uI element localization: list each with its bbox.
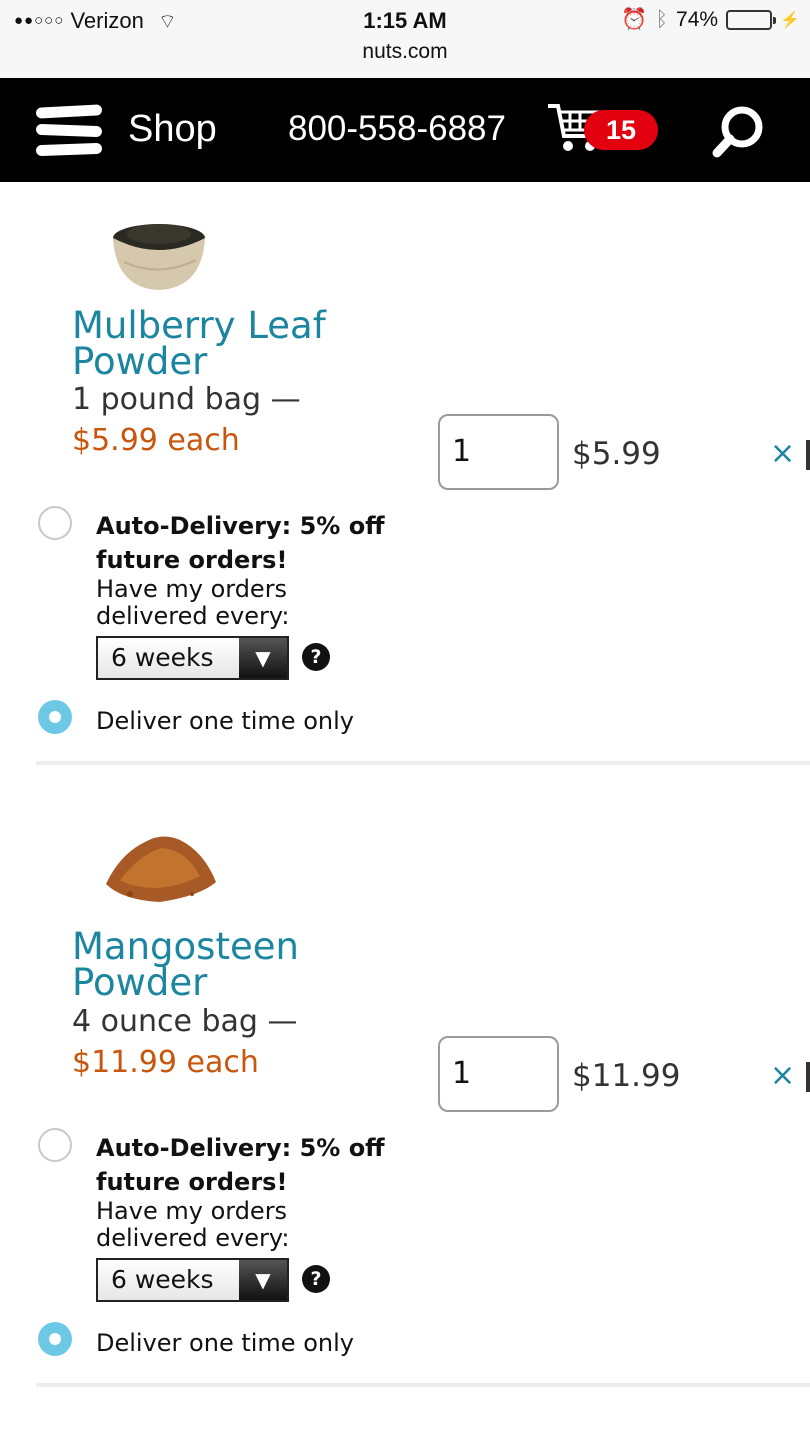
product-size: 1 pound bag —	[72, 382, 301, 417]
one-time-delivery-label: Deliver one time only	[96, 707, 354, 735]
cart-button[interactable]: 15	[546, 100, 662, 160]
edge-mark	[806, 440, 810, 470]
status-icons: ⏰ ᛒ 74% ⚡	[621, 8, 800, 32]
frequency-select[interactable]: 6 weeks ▼	[96, 636, 289, 680]
help-icon[interactable]: ?	[302, 643, 330, 671]
dropdown-arrow-icon: ▼	[239, 638, 287, 678]
battery-icon	[726, 10, 777, 30]
charging-icon: ⚡	[780, 12, 800, 29]
status-bar: ●●○○○ Verizon ⌔ 1:15 AM nuts.com ⏰ ᛒ 74%…	[0, 0, 810, 78]
product-size: 4 ounce bag —	[72, 1004, 298, 1039]
shop-menu-link[interactable]: Shop	[128, 108, 217, 151]
cart-count-badge: 15	[584, 110, 658, 150]
line-total: $11.99	[572, 1058, 681, 1094]
auto-delivery-subtitle: Have my orders delivered every:	[96, 1197, 290, 1252]
url-bar[interactable]: nuts.com	[0, 40, 810, 64]
bluetooth-icon: ᛒ	[655, 8, 669, 31]
auto-delivery-subtitle: Have my orders delivered every:	[96, 575, 290, 630]
product-name-link[interactable]: Mangosteen Powder	[72, 928, 432, 1001]
product-image[interactable]	[100, 824, 218, 914]
item-divider	[36, 761, 810, 765]
battery-percent: 74%	[676, 8, 719, 31]
auto-delivery-radio[interactable]	[38, 1128, 72, 1162]
item-divider	[36, 1383, 810, 1387]
auto-delivery-radio[interactable]	[38, 506, 72, 540]
one-time-delivery-label: Deliver one time only	[96, 1329, 354, 1357]
help-icon[interactable]: ?	[302, 1265, 330, 1293]
frequency-value: 6 weeks	[111, 643, 214, 672]
auto-delivery-title: Auto-Delivery: 5% off future orders!	[96, 512, 385, 574]
remove-item-icon[interactable]: ×	[770, 436, 795, 471]
search-icon[interactable]	[708, 102, 768, 162]
dropdown-arrow-icon: ▼	[239, 1260, 287, 1300]
alarm-icon: ⏰	[621, 8, 648, 31]
product-name-link[interactable]: Mulberry Leaf Powder	[72, 307, 432, 380]
one-time-delivery-radio[interactable]	[38, 1322, 72, 1356]
unit-price: $5.99 each	[72, 423, 240, 458]
auto-delivery-title: Auto-Delivery: 5% off future orders!	[96, 1134, 385, 1196]
quantity-input[interactable]: 1	[438, 1036, 559, 1112]
line-total: $5.99	[572, 436, 661, 472]
product-image[interactable]	[100, 204, 218, 294]
edge-mark	[806, 1062, 810, 1092]
frequency-select[interactable]: 6 weeks ▼	[96, 1258, 289, 1302]
quantity-input[interactable]: 1	[438, 414, 559, 490]
site-header: Shop 800-558-6887 15	[0, 78, 810, 182]
phone-number-link[interactable]: 800-558-6887	[288, 109, 506, 149]
hamburger-menu-icon[interactable]	[35, 104, 104, 158]
remove-item-icon[interactable]: ×	[770, 1058, 795, 1093]
frequency-value: 6 weeks	[111, 1265, 214, 1294]
unit-price: $11.99 each	[72, 1045, 259, 1080]
one-time-delivery-radio[interactable]	[38, 700, 72, 734]
